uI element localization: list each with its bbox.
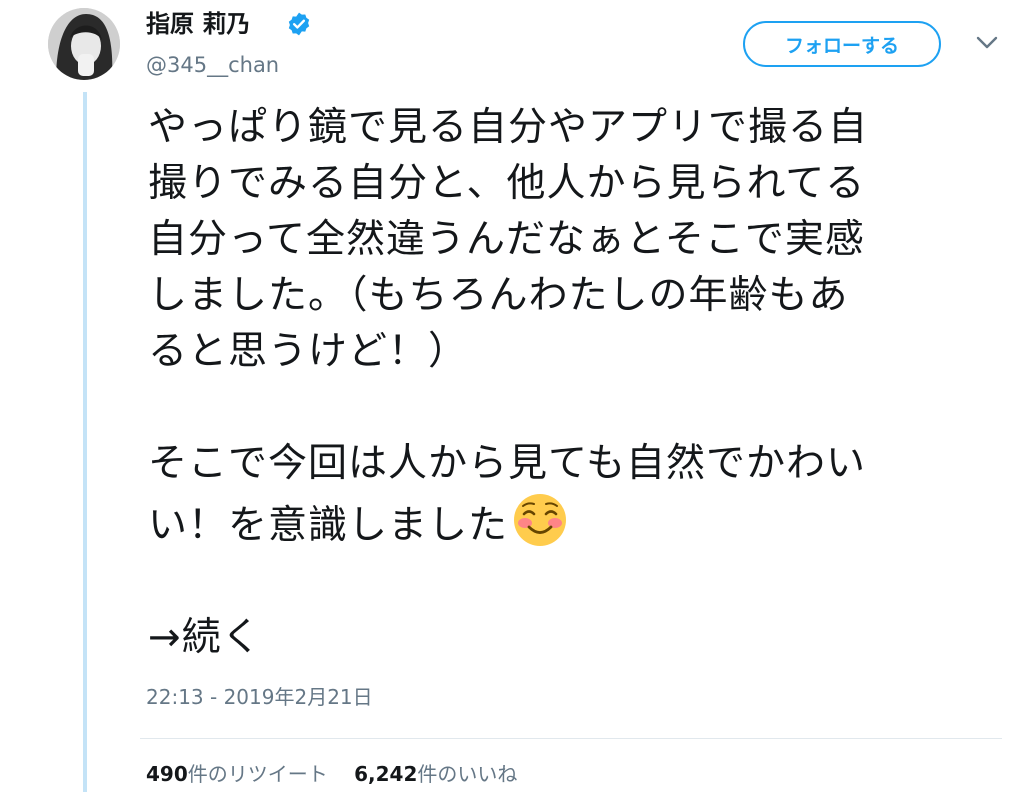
likes-count: 6,242 (354, 762, 418, 786)
tweet-text: やっぱり鏡で見る自分やアプリで撮る自 撮りでみる自分と、他人から見られてる 自分… (148, 100, 1008, 666)
divider (140, 738, 1002, 739)
tweet-line: そこで今回は人から見ても自然でかわい (148, 441, 867, 486)
tweet-line: やっぱり鏡で見る自分やアプリで撮る自 (148, 105, 869, 150)
tweet-line: い！を意識しました (148, 503, 509, 548)
retweets-stat[interactable]: 490件のリツイート (146, 762, 328, 786)
retweets-count: 490 (146, 762, 188, 786)
tweet-stats: 490件のリツイート 6,242件のいいね (146, 760, 537, 788)
tweet-line-with-emoji: い！を意識しました (148, 492, 1008, 554)
tweet-line: →続く (148, 615, 262, 660)
tweet-line: 自分って全然違うんだなぁとそこで実感 (148, 217, 865, 262)
chevron-down-icon[interactable] (976, 36, 998, 50)
likes-label: 件のいいね (417, 762, 518, 786)
user-handle[interactable]: @345__chan (146, 51, 279, 79)
display-name[interactable]: 指原 莉乃 (146, 8, 250, 40)
follow-button[interactable]: フォローする (743, 21, 941, 67)
smiling-face-with-blush-icon (514, 494, 567, 546)
tweet-line: 撮りでみる自分と、他人から見られてる (148, 161, 866, 206)
tweet-timestamp[interactable]: 22:13 - 2019年2月21日 (146, 683, 373, 711)
avatar-photo-icon (48, 8, 120, 80)
thread-line (83, 92, 87, 792)
retweets-label: 件のリツイート (187, 762, 328, 786)
verified-badge-icon (288, 12, 310, 36)
tweet-line: しました。（もちろんわたしの年齢もあ (148, 273, 849, 318)
tweet-line: ると思うけど！） (148, 329, 469, 374)
avatar[interactable] (48, 8, 120, 80)
likes-stat[interactable]: 6,242件のいいね (354, 762, 517, 786)
